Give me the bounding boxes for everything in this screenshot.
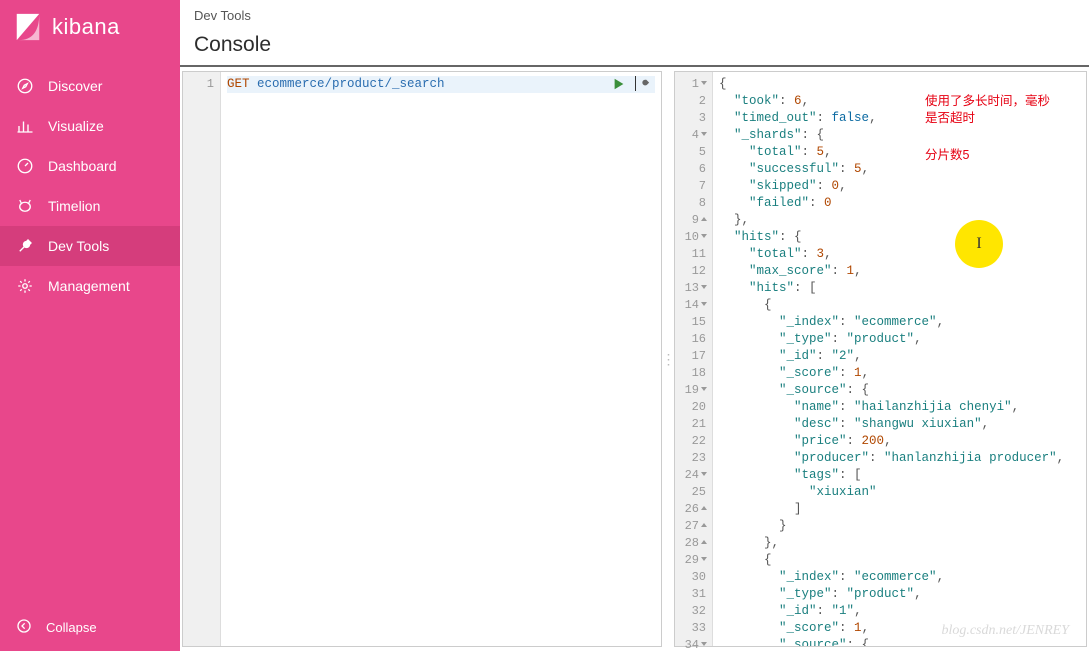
sidebar-item-label: Discover [48,78,102,94]
sidebar-item-discover[interactable]: Discover [0,66,180,106]
request-actions [612,76,651,94]
collapse-label: Collapse [46,620,97,635]
page-title: Console [194,29,1075,65]
sidebar-item-dashboard[interactable]: Dashboard [0,146,180,186]
gauge-icon [16,157,34,175]
response-viewer[interactable]: 1234567891011121314151617181920212223242… [674,71,1087,647]
breadcrumb: Dev Tools [194,8,1075,29]
run-request-button[interactable] [612,77,626,94]
collapse-icon [16,618,32,637]
sidebar-collapse[interactable]: Collapse [0,604,180,651]
brand-name: kibana [52,14,120,40]
brand-logo[interactable]: kibana [0,0,180,58]
sidebar-item-timelion[interactable]: Timelion [0,186,180,226]
sidebar-item-management[interactable]: Management [0,266,180,306]
request-editor[interactable]: 1 GET ecommerce/product/_search [182,71,662,647]
sidebar-item-label: Visualize [48,118,104,134]
request-options-button[interactable] [636,76,651,94]
sidebar-item-label: Timelion [48,198,100,214]
request-gutter: 1 [183,72,221,646]
sidebar-item-label: Management [48,278,130,294]
kibana-logo-icon [14,12,42,42]
sidebar-item-visualize[interactable]: Visualize [0,106,180,146]
sidebar-item-devtools[interactable]: Dev Tools [0,226,180,266]
compass-icon [16,77,34,95]
sidebar-nav: Discover Visualize Dashboard Timelion De… [0,58,180,604]
header: Dev Tools Console [180,0,1089,67]
timelion-icon [16,197,34,215]
sidebar-item-label: Dashboard [48,158,117,174]
request-code[interactable]: GET ecommerce/product/_search [221,72,661,646]
sidebar-item-label: Dev Tools [48,238,109,254]
gear-icon [16,277,34,295]
wrench-icon [16,237,34,255]
response-code: { "took": 6, "timed_out": false, "_shard… [713,72,1086,646]
bar-chart-icon [16,117,34,135]
response-gutter: 1234567891011121314151617181920212223242… [675,72,713,646]
pane-divider[interactable]: ⋮ [664,71,672,647]
sidebar: kibana Discover Visualize Dashboard Time… [0,0,180,651]
grip-dots-icon: ⋮ [662,357,675,361]
main: Dev Tools Console 1 GET ecommerce/produc… [180,0,1089,651]
console-panes: 1 GET ecommerce/product/_search ⋮ 123456… [180,67,1089,651]
